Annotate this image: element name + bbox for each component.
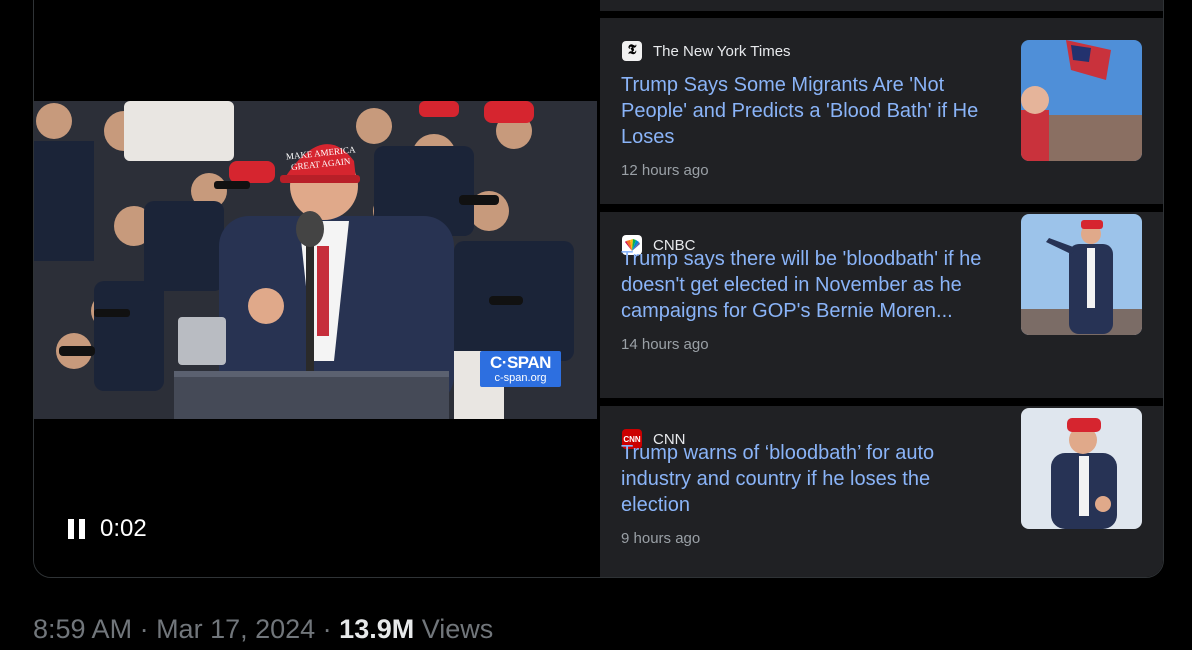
cspan-brand: C·SPAN	[490, 353, 551, 372]
news-timestamp: 9 hours ago	[621, 530, 701, 547]
elapsed-time: 0:02	[100, 515, 147, 542]
video-controls: 0:02	[68, 515, 147, 543]
tweet-media-card: MAKE AMERICA GREAT AGAIN C·SPAN c-span.o…	[33, 0, 1164, 578]
news-headline[interactable]: Trump Says Some Migrants Are 'Not People…	[621, 72, 1001, 150]
nyt-logo-icon: 𝕿	[622, 41, 642, 61]
news-timestamp: 12 hours ago	[621, 162, 709, 179]
news-card[interactable]: CNN CNN Trump warns of ‘bloodbath’ for a…	[600, 406, 1163, 577]
separator: ·	[132, 614, 157, 644]
news-thumbnail[interactable]	[1021, 40, 1142, 161]
cspan-watermark: C·SPAN c-span.org	[480, 351, 561, 387]
tweet-meta: 8:59 AM · Mar 17, 2024 · 13.9M Views	[33, 614, 493, 645]
news-results-pane: 𝕿 The New York Times Trump Says Some Mig…	[600, 0, 1163, 577]
separator: ·	[315, 614, 340, 644]
views-label: Views	[414, 614, 494, 644]
video-player[interactable]: MAKE AMERICA GREAT AGAIN C·SPAN c-span.o…	[34, 0, 600, 577]
news-card[interactable]: 𝕿 The New York Times Trump Says Some Mig…	[600, 18, 1163, 204]
speaker-clapping-thumbnail-image	[1021, 408, 1142, 529]
tweet-time[interactable]: 8:59 AM	[33, 614, 132, 644]
tweet-date[interactable]: Mar 17, 2024	[156, 614, 315, 644]
news-source: 𝕿 The New York Times	[622, 41, 791, 61]
cspan-url: c-span.org	[494, 372, 547, 384]
pause-icon[interactable]	[68, 519, 86, 539]
news-thumbnail[interactable]	[1021, 408, 1142, 529]
news-headline[interactable]: Trump warns of ‘bloodbath’ for auto indu…	[621, 440, 1001, 518]
news-thumbnail[interactable]	[1021, 214, 1142, 335]
video-frame[interactable]: MAKE AMERICA GREAT AGAIN C·SPAN c-span.o…	[34, 101, 597, 419]
speaker-pointing-thumbnail-image	[1021, 214, 1142, 335]
news-source-name: The New York Times	[653, 42, 791, 60]
news-timestamp: 14 hours ago	[621, 336, 709, 353]
views-count: 13.9M	[339, 614, 415, 644]
news-card[interactable]: CNBC Trump says there will be 'bloodbath…	[600, 212, 1163, 398]
rally-flag-thumbnail-image	[1021, 40, 1142, 161]
news-headline[interactable]: Trump says there will be 'bloodbath' if …	[621, 246, 1001, 324]
previous-news-card-edge	[600, 0, 1163, 11]
